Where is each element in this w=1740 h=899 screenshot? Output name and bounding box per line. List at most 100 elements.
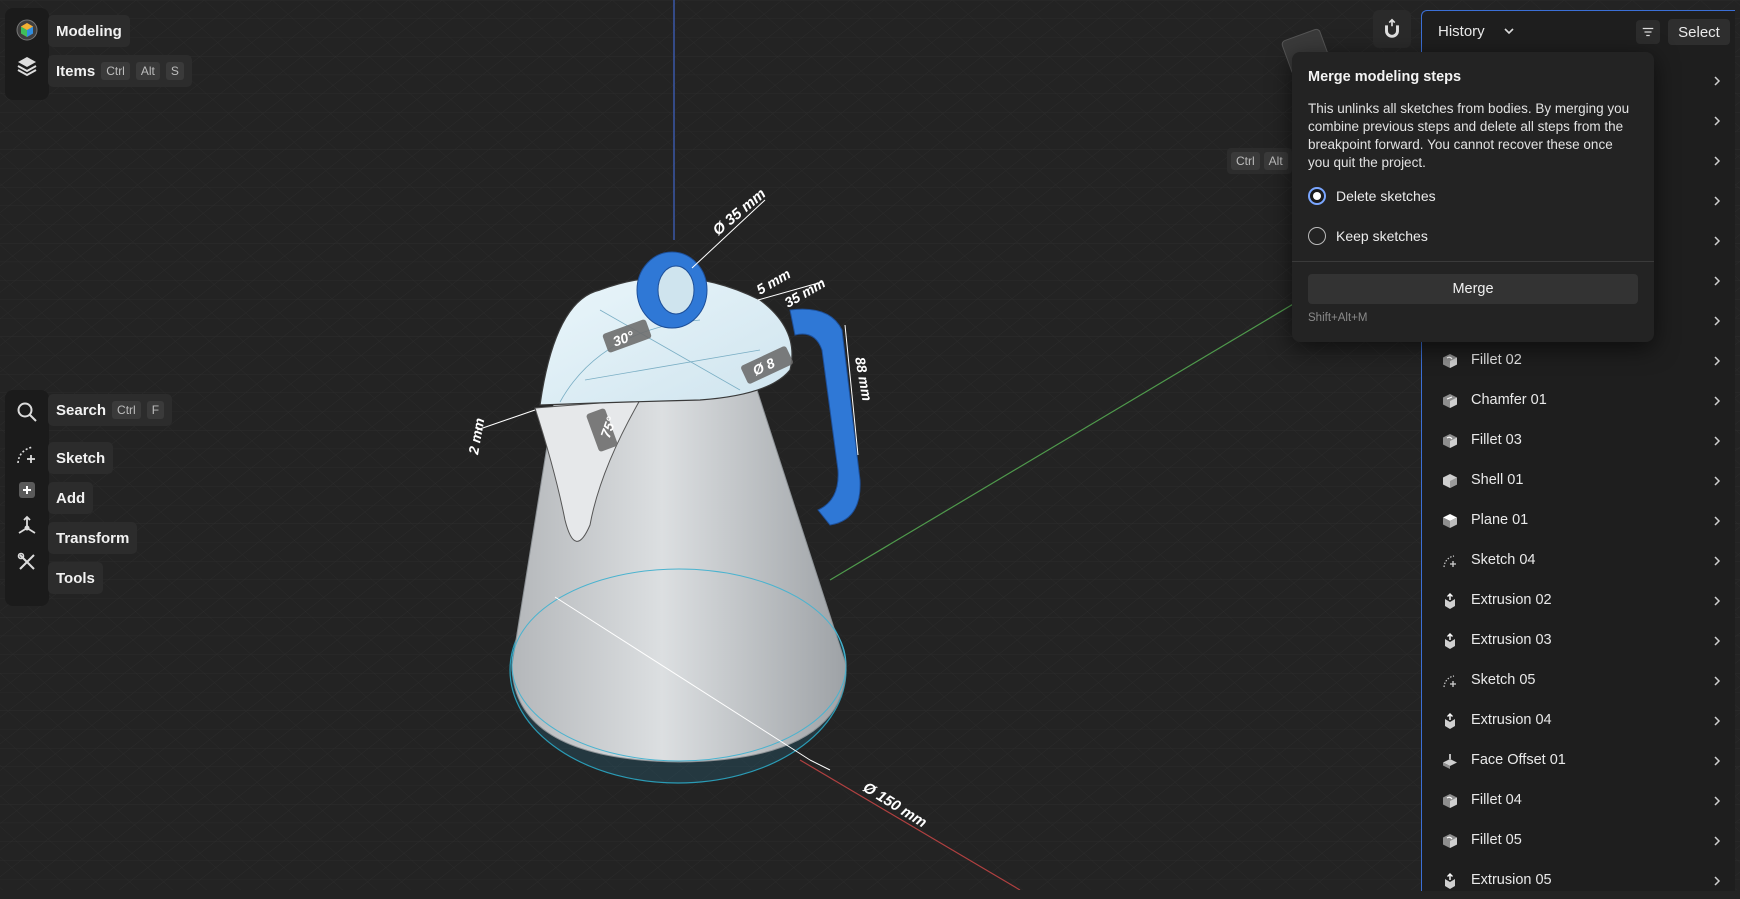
- history-item[interactable]: Sketch 05: [1422, 663, 1735, 699]
- chevron-right-icon[interactable]: [1712, 355, 1722, 367]
- viewport-shortcut-hint: Ctrl Alt: [1227, 148, 1292, 174]
- sketch-icon: [1443, 675, 1456, 688]
- history-item[interactable]: Extrusion 03: [1422, 623, 1735, 659]
- merge-shortcut: Shift+Alt+M: [1308, 312, 1368, 324]
- kbd-s: S: [165, 62, 184, 80]
- add-label[interactable]: Add: [48, 482, 94, 514]
- merge-popover: Merge modeling steps This unlinks all sk…: [1292, 52, 1654, 342]
- kbd-alt: Alt: [135, 62, 160, 80]
- history-item[interactable]: Shell 01: [1422, 463, 1735, 499]
- kbd-f: F: [146, 401, 165, 419]
- add-button[interactable]: [9, 472, 45, 508]
- history-item-label: Plane 01: [1471, 512, 1529, 528]
- chevron-right-icon[interactable]: [1712, 155, 1722, 167]
- history-item-label: Shell 01: [1471, 472, 1524, 488]
- divider: [1292, 261, 1654, 262]
- chevron-down-icon[interactable]: [1502, 24, 1516, 38]
- merge-button[interactable]: Merge: [1308, 274, 1638, 304]
- sketch-button[interactable]: [9, 436, 45, 472]
- merge-description: This unlinks all sketches from bodies. B…: [1308, 101, 1630, 170]
- search-label[interactable]: Search Ctrl F: [48, 394, 173, 426]
- extrusion-icon: [1445, 873, 1455, 889]
- chevron-right-icon[interactable]: [1712, 595, 1722, 607]
- filter-icon: [1642, 27, 1654, 37]
- chevron-right-icon[interactable]: [1712, 395, 1722, 407]
- chevron-right-icon[interactable]: [1712, 675, 1722, 687]
- chevron-right-icon[interactable]: [1712, 795, 1722, 807]
- fillet-icon: [1443, 434, 1457, 448]
- history-item-label: Fillet 03: [1471, 432, 1522, 448]
- chevron-right-icon[interactable]: [1712, 755, 1722, 767]
- chevron-right-icon[interactable]: [1712, 835, 1722, 847]
- history-item-label: Sketch 04: [1471, 552, 1536, 568]
- option-delete-sketches[interactable]: Delete sketches: [1308, 185, 1436, 207]
- radio-unselected-icon[interactable]: [1308, 227, 1326, 245]
- snap-button[interactable]: [1373, 10, 1411, 48]
- fillet-icon: [1443, 794, 1457, 808]
- select-button[interactable]: Select: [1668, 19, 1730, 45]
- transform-button[interactable]: [9, 508, 45, 544]
- sketch-label[interactable]: Sketch: [48, 442, 114, 474]
- modeling-mode-button[interactable]: [9, 12, 45, 48]
- history-item-label: Extrusion 05: [1471, 872, 1552, 888]
- tools-label[interactable]: Tools: [48, 562, 103, 594]
- option-keep-sketches[interactable]: Keep sketches: [1308, 225, 1428, 247]
- history-item[interactable]: Extrusion 04: [1422, 703, 1735, 739]
- search-button[interactable]: [9, 394, 45, 430]
- chevron-right-icon[interactable]: [1712, 875, 1722, 887]
- history-item[interactable]: Plane 01: [1422, 503, 1735, 539]
- chevron-right-icon[interactable]: [1712, 715, 1722, 727]
- history-item-label: Fillet 05: [1471, 832, 1522, 848]
- history-item-label: Extrusion 03: [1471, 632, 1552, 648]
- modeling-label[interactable]: Modeling: [48, 15, 130, 47]
- chevron-right-icon[interactable]: [1712, 435, 1722, 447]
- chevron-right-icon[interactable]: [1712, 555, 1722, 567]
- transform-icon: [18, 515, 36, 534]
- history-item[interactable]: Fillet 04: [1422, 783, 1735, 819]
- chevron-right-icon[interactable]: [1712, 475, 1722, 487]
- radio-selected-icon[interactable]: [1308, 187, 1326, 205]
- lid-ring-hole: [657, 265, 695, 315]
- plane-icon: [1443, 514, 1457, 528]
- sketch-icon: [1443, 555, 1456, 568]
- history-title[interactable]: History: [1438, 23, 1485, 40]
- items-label[interactable]: Items Ctrl Alt S: [48, 55, 192, 87]
- chevron-right-icon[interactable]: [1712, 515, 1722, 527]
- option-label: Keep sketches: [1336, 228, 1428, 244]
- transform-label[interactable]: Transform: [48, 522, 138, 554]
- chevron-right-icon[interactable]: [1712, 315, 1722, 327]
- chevron-right-icon[interactable]: [1712, 195, 1722, 207]
- items-button[interactable]: [9, 48, 45, 84]
- history-header: History Select: [1422, 11, 1735, 53]
- chevron-right-icon[interactable]: [1712, 235, 1722, 247]
- history-item-label: Extrusion 02: [1471, 592, 1552, 608]
- chamfer-icon: [1443, 394, 1457, 408]
- tools-toolbar: [5, 390, 49, 606]
- chevron-right-icon[interactable]: [1712, 635, 1722, 647]
- history-item-label: Chamfer 01: [1471, 392, 1547, 408]
- history-item-label: Fillet 02: [1471, 352, 1522, 368]
- history-item[interactable]: Face Offset 01: [1422, 743, 1735, 779]
- tools-button[interactable]: [9, 544, 45, 580]
- add-icon: [19, 482, 35, 498]
- history-item[interactable]: Fillet 05: [1422, 823, 1735, 859]
- kbd-alt: Alt: [1263, 152, 1288, 170]
- history-item[interactable]: Sketch 04: [1422, 543, 1735, 579]
- history-item[interactable]: Fillet 03: [1422, 423, 1735, 459]
- filter-button[interactable]: [1636, 20, 1660, 44]
- chevron-right-icon[interactable]: [1712, 115, 1722, 127]
- history-item[interactable]: Fillet 02: [1422, 343, 1735, 379]
- fillet-icon: [1443, 354, 1457, 368]
- chevron-right-icon[interactable]: [1712, 75, 1722, 87]
- face-offset-icon: [1443, 754, 1457, 769]
- extrusion-icon: [1445, 633, 1455, 649]
- chevron-right-icon[interactable]: [1712, 275, 1722, 287]
- kbd-ctrl: Ctrl: [101, 62, 130, 80]
- mode-toolbar: [5, 8, 49, 100]
- history-item[interactable]: Extrusion 02: [1422, 583, 1735, 619]
- history-item[interactable]: Chamfer 01: [1422, 383, 1735, 419]
- layers-icon: [17, 57, 37, 77]
- history-item[interactable]: Extrusion 05: [1422, 863, 1735, 899]
- option-label: Delete sketches: [1336, 188, 1436, 204]
- history-item-label: Sketch 05: [1471, 672, 1536, 688]
